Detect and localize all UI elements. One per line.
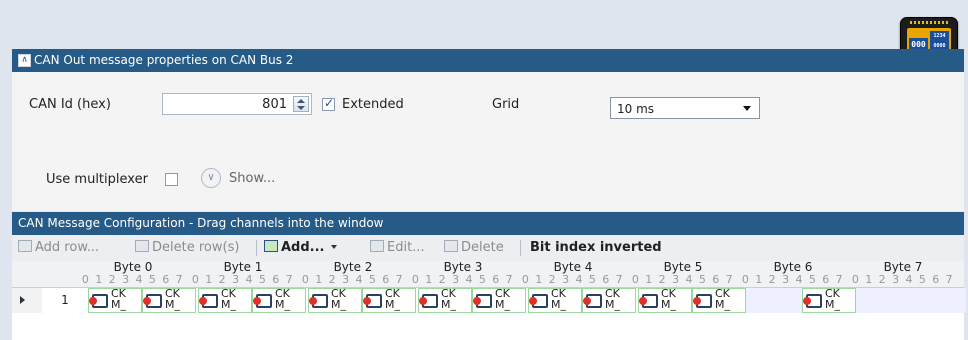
- signal-icon: [693, 294, 712, 308]
- signal-cell[interactable]: CK M_: [198, 288, 252, 313]
- signal-icon: [363, 294, 382, 308]
- message-grid: Byte 00 1 2 3 4 5 6 7 Byte 10 1 2 3 4 5 …: [12, 261, 966, 340]
- empty-cell[interactable]: [856, 288, 966, 313]
- signal-cell[interactable]: CK M_: [638, 288, 692, 313]
- grid-header: Byte 00 1 2 3 4 5 6 7 Byte 10 1 2 3 4 5 …: [12, 261, 964, 288]
- config-panel-header: CAN Message Configuration - Drag channel…: [12, 212, 964, 235]
- can-id-input[interactable]: 801: [162, 93, 312, 115]
- row-arrow-icon: [20, 296, 25, 304]
- bit-index-inverted-toggle[interactable]: Bit index inverted: [530, 240, 662, 255]
- byte-6-header: Byte 60 1 2 3 4 5 6 7: [741, 260, 845, 286]
- signal-icon: [143, 294, 162, 308]
- signal-icon: [253, 294, 272, 308]
- signal-label: CK M_: [441, 287, 456, 311]
- signal-cell[interactable]: CK M_: [472, 288, 526, 313]
- byte-7-header: Byte 70 1 2 3 4 5 6 7: [851, 260, 955, 286]
- top-strip: [0, 0, 968, 48]
- spin-up-icon[interactable]: [297, 99, 305, 103]
- toolbar-separator: [520, 240, 521, 256]
- signal-label: CK M_: [715, 287, 730, 311]
- show-button[interactable]: Show...: [229, 171, 275, 186]
- can-id-spinner[interactable]: [293, 96, 309, 112]
- byte-1-header: Byte 10 1 2 3 4 5 6 7: [191, 260, 295, 286]
- signal-label: CK M_: [221, 287, 236, 311]
- toolbar-separator: [256, 240, 257, 256]
- multiplexer-label: Use multiplexer: [46, 172, 148, 187]
- signal-cell[interactable]: CK M_: [362, 288, 416, 313]
- can-message-config-panel: CAN Message Configuration - Drag channel…: [12, 212, 966, 340]
- add-dropdown-caret[interactable]: [330, 245, 337, 249]
- signal-label: CK M_: [495, 287, 510, 311]
- byte-0-header: Byte 00 1 2 3 4 5 6 7: [81, 260, 185, 286]
- signal-label: CK M_: [385, 287, 400, 311]
- delete-icon: [444, 240, 458, 252]
- signal-label: CK M_: [275, 287, 290, 311]
- delete-row-button[interactable]: Delete row(s): [135, 240, 239, 255]
- signal-cell[interactable]: CK M_: [692, 288, 746, 313]
- row-selector[interactable]: [12, 288, 42, 313]
- signal-cell[interactable]: CK M_: [528, 288, 582, 313]
- add-row-button[interactable]: Add row...: [18, 240, 99, 255]
- signal-icon: [639, 294, 658, 308]
- signal-label: CK M_: [165, 287, 180, 311]
- show-chevron-icon[interactable]: ∨: [201, 168, 221, 188]
- properties-panel-title: CAN Out message properties on CAN Bus 2: [34, 53, 294, 67]
- byte-4-header: Byte 40 1 2 3 4 5 6 7: [521, 260, 625, 286]
- can-id-label: CAN Id (hex): [29, 97, 111, 112]
- signal-icon: [419, 294, 438, 308]
- signal-cell[interactable]: CK M_: [582, 288, 636, 313]
- delete-button[interactable]: Delete: [444, 240, 504, 255]
- signal-cell[interactable]: CK M_: [252, 288, 306, 313]
- edit-button[interactable]: Edit...: [370, 240, 425, 255]
- signal-label: CK M_: [605, 287, 620, 311]
- byte-5-header: Byte 50 1 2 3 4 5 6 7: [631, 260, 735, 286]
- collapse-icon[interactable]: ∧: [18, 54, 31, 67]
- chevron-down-icon[interactable]: [743, 106, 751, 111]
- signal-icon: [803, 294, 822, 308]
- extended-label: Extended: [342, 97, 404, 112]
- grid-value: 10 ms: [617, 102, 655, 116]
- can-out-properties-panel: ∧ CAN Out message properties on CAN Bus …: [12, 49, 964, 211]
- signal-label: CK M_: [551, 287, 566, 311]
- signal-label: CK M_: [661, 287, 676, 311]
- signal-cell[interactable]: CK M_: [88, 288, 142, 313]
- table-row[interactable]: 1 CK M_ CK M_ CK M_ CK M_ CK M_ CK M_ CK M_ CK M…: [12, 288, 966, 313]
- properties-panel-header: ∧ CAN Out message properties on CAN Bus …: [12, 49, 964, 72]
- row-number: 1: [61, 293, 69, 307]
- signal-icon: [473, 294, 492, 308]
- signal-label: CK M_: [825, 287, 840, 311]
- add-signal-button[interactable]: Add...: [264, 240, 337, 255]
- edit-icon: [370, 240, 384, 252]
- add-signal-icon: [264, 240, 278, 252]
- multiplexer-checkbox[interactable]: [165, 173, 178, 186]
- device-side-readout: 1234 0000: [930, 31, 949, 51]
- grid-label: Grid: [492, 97, 520, 112]
- byte-2-header: Byte 20 1 2 3 4 5 6 7: [301, 260, 405, 286]
- signal-cell[interactable]: CK M_: [308, 288, 362, 313]
- signal-cell[interactable]: CK M_: [802, 288, 856, 313]
- signal-cell[interactable]: CK M_: [142, 288, 196, 313]
- signal-icon: [89, 294, 108, 308]
- add-row-icon: [18, 240, 32, 252]
- can-id-value[interactable]: 801: [262, 97, 287, 112]
- signal-icon: [309, 294, 328, 308]
- config-toolbar: Add row... Delete row(s) Add... Edit... …: [12, 235, 964, 261]
- signal-label: CK M_: [111, 287, 126, 311]
- config-panel-title: CAN Message Configuration - Drag channel…: [18, 216, 384, 230]
- extended-checkbox[interactable]: [322, 96, 335, 111]
- byte-3-header: Byte 30 1 2 3 4 5 6 7: [411, 260, 515, 286]
- signal-cell[interactable]: CK M_: [418, 288, 472, 313]
- spin-down-icon[interactable]: [297, 106, 305, 110]
- signal-icon: [583, 294, 602, 308]
- signal-label: CK M_: [331, 287, 346, 311]
- signal-icon: [199, 294, 218, 308]
- empty-cell[interactable]: [746, 288, 802, 313]
- device-leds: [910, 21, 948, 24]
- grid-select[interactable]: 10 ms: [610, 97, 760, 119]
- delete-row-icon: [135, 240, 149, 252]
- signal-icon: [529, 294, 548, 308]
